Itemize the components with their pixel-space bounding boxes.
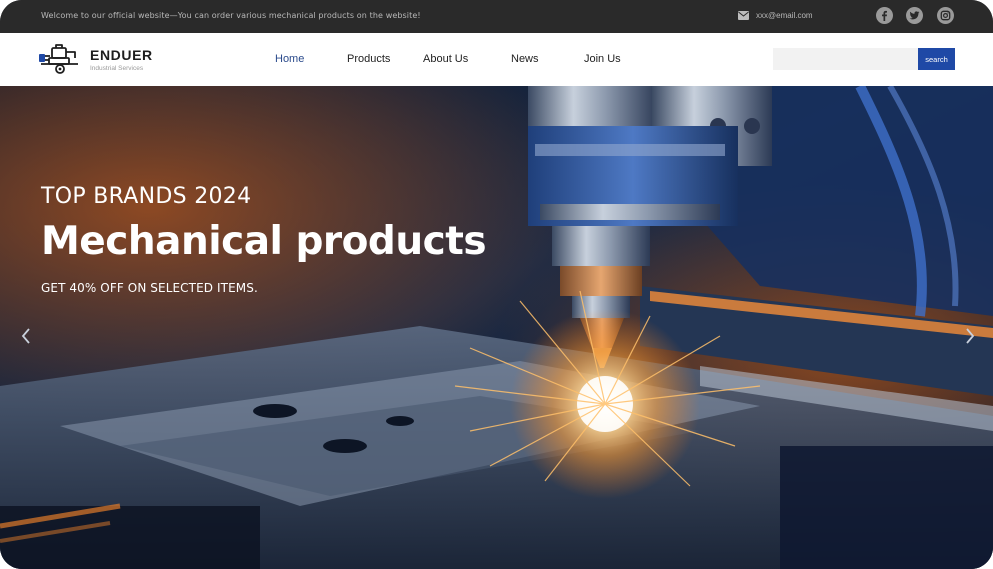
facebook-icon[interactable] xyxy=(876,7,893,24)
welcome-text: Welcome to our official website—You can … xyxy=(41,11,421,20)
hero-offer-text: GET 40% OFF ON SELECTED ITEMS. xyxy=(41,281,258,295)
app-frame: Welcome to our official website—You can … xyxy=(0,0,993,569)
machine-logo-icon[interactable] xyxy=(38,42,82,76)
instagram-icon[interactable] xyxy=(937,7,954,24)
nav-item-home[interactable]: Home xyxy=(275,53,304,65)
nav-item-about-us[interactable]: About Us xyxy=(423,53,468,65)
search-input[interactable] xyxy=(773,48,919,70)
hero-banner: TOP BRANDS 2024 Mechanical products GET … xyxy=(0,86,993,569)
twitter-icon[interactable] xyxy=(906,7,923,24)
hero-image xyxy=(0,86,993,569)
email-link[interactable]: xxx@email.com xyxy=(756,11,813,20)
nav-item-products[interactable]: Products xyxy=(347,53,390,65)
chevron-left-icon[interactable] xyxy=(19,326,33,346)
brand-subtitle: Industrial Services xyxy=(90,65,144,72)
envelope-icon xyxy=(738,11,749,20)
nav-item-news[interactable]: News xyxy=(511,53,539,65)
nav-item-join-us[interactable]: Join Us xyxy=(584,53,621,65)
chevron-right-icon[interactable] xyxy=(963,326,977,346)
hero-kicker: TOP BRANDS 2024 xyxy=(41,184,252,209)
hero-title: Mechanical products xyxy=(41,219,487,264)
brand-name[interactable]: ENDUER xyxy=(90,47,153,63)
site-header: ENDUER Industrial Services Home Products… xyxy=(0,33,993,86)
top-bar: Welcome to our official website—You can … xyxy=(0,0,993,33)
search-button[interactable]: search xyxy=(918,48,955,70)
